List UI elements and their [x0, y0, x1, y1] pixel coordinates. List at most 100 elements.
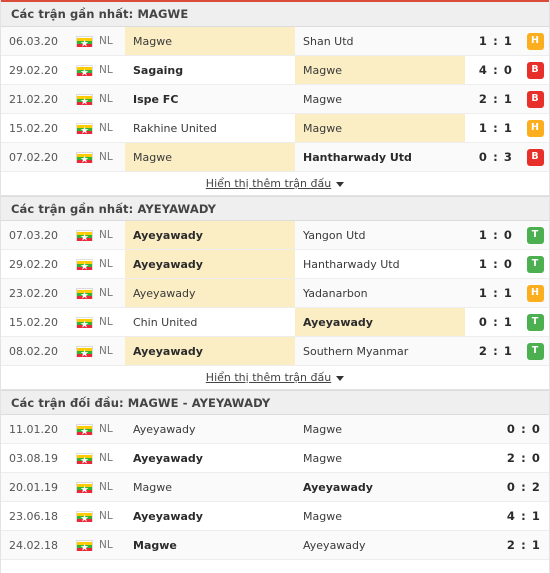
table-row[interactable]: 07.03.20 NL Ayeyawady Yangon Utd 1 : 0 T — [1, 221, 549, 250]
flag-cell — [69, 279, 99, 307]
show-more-link[interactable]: Hiển thị thêm trận đấu — [206, 177, 345, 190]
status-badge: H — [526, 32, 544, 50]
flag-cell — [69, 473, 99, 501]
table-row[interactable]: 23.06.18 NL Ayeyawady Magwe 4 : 1 — [1, 502, 549, 531]
away-team[interactable]: Magwe — [295, 444, 465, 472]
away-team[interactable]: Magwe — [295, 415, 465, 443]
table-row[interactable]: 07.02.20 NL Magwe Hantharwady Utd 0 : 3 B — [1, 143, 549, 172]
league-code: NL — [99, 452, 113, 464]
table-row[interactable]: 23.02.20 NL Ayeyawady Yadanarbon 1 : 1 H — [1, 279, 549, 308]
match-score: 1 : 0 — [478, 257, 513, 271]
match-date: 23.06.18 — [9, 509, 58, 523]
home-team[interactable]: Ayeyawady — [125, 444, 295, 472]
league-code: NL — [99, 423, 113, 435]
away-team[interactable]: Southern Myanmar — [295, 337, 465, 365]
home-team[interactable]: Ayeyawady — [125, 250, 295, 278]
flag-cell — [69, 221, 99, 249]
home-team[interactable]: Magwe — [125, 27, 295, 55]
match-history-panel: Các trận gần nhất: MAGWE 06.03.20 NL Magwe S… — [0, 0, 550, 573]
away-team[interactable]: Shan Utd — [295, 27, 465, 55]
home-team[interactable]: Ayeyawady — [125, 221, 295, 249]
table-row[interactable]: 21.02.20 NL Ispe FC Magwe 2 : 1 B — [1, 85, 549, 114]
home-team[interactable]: Magwe — [125, 143, 295, 171]
match-date: 15.02.20 — [9, 315, 58, 329]
league-code: NL — [99, 539, 113, 551]
status-badge: T — [526, 313, 544, 331]
match-score: 2 : 0 — [506, 451, 541, 465]
flag-cell — [69, 531, 99, 559]
match-date: 15.02.20 — [9, 121, 58, 135]
match-date: 23.02.20 — [9, 286, 58, 300]
home-team[interactable]: Sagaing — [125, 56, 295, 84]
myanmar-flag-icon — [75, 510, 93, 522]
away-team[interactable]: Magwe — [295, 502, 465, 530]
myanmar-flag-icon — [75, 151, 93, 163]
away-team[interactable]: Magwe — [295, 114, 465, 142]
table-row[interactable]: 03.08.19 NL Ayeyawady Magwe 2 : 0 — [1, 444, 549, 473]
table-row[interactable]: 20.01.19 NL Magwe Ayeyawady 0 : 2 — [1, 473, 549, 502]
match-score: 1 : 1 — [478, 121, 513, 135]
home-team[interactable]: Ayeyawady — [125, 415, 295, 443]
away-team[interactable]: Hantharwady Utd — [295, 250, 465, 278]
match-date: 29.02.20 — [9, 257, 58, 271]
show-more-label: Hiển thị thêm trận đấu — [205, 371, 332, 384]
flag-cell — [69, 56, 99, 84]
match-score: 2 : 1 — [506, 538, 541, 552]
match-date: 07.03.20 — [9, 228, 58, 242]
flag-cell — [69, 337, 99, 365]
away-team[interactable]: Ayeyawady — [295, 531, 465, 559]
table-row[interactable]: 11.01.20 NL Ayeyawady Magwe 0 : 0 — [1, 415, 549, 444]
league-code: NL — [99, 510, 113, 522]
league-code: NL — [99, 35, 113, 47]
table-row[interactable]: 29.02.20 NL Sagaing Magwe 4 : 0 B — [1, 56, 549, 85]
away-team[interactable]: Ayeyawady — [295, 473, 465, 501]
status-badge: T — [526, 226, 544, 244]
home-team[interactable]: Magwe — [125, 531, 295, 559]
away-team[interactable]: Yadanarbon — [295, 279, 465, 307]
table-row[interactable]: 29.02.20 NL Ayeyawady Hantharwady Utd 1 : 0 T — [1, 250, 549, 279]
match-score: 0 : 3 — [478, 150, 513, 164]
away-team[interactable]: Magwe — [295, 56, 465, 84]
status-badge: T — [526, 342, 544, 360]
table-row[interactable]: 06.03.20 NL Magwe Shan Utd 1 : 1 H — [1, 27, 549, 56]
league-code: NL — [99, 316, 113, 328]
flag-cell — [69, 444, 99, 472]
away-team[interactable]: Hantharwady Utd — [295, 143, 465, 171]
result-badge-cell: B — [521, 56, 549, 84]
match-list-head-to-head: 11.01.20 NL Ayeyawady Magwe 0 : 0 03.08.19 NL A… — [1, 415, 549, 560]
myanmar-flag-icon — [75, 481, 93, 493]
myanmar-flag-icon — [75, 452, 93, 464]
home-team[interactable]: Ayeyawady — [125, 279, 295, 307]
result-badge-cell: B — [521, 85, 549, 113]
away-team[interactable]: Yangon Utd — [295, 221, 465, 249]
home-team[interactable]: Ayeyawady — [125, 502, 295, 530]
home-team[interactable]: Magwe — [125, 473, 295, 501]
table-row[interactable]: 15.02.20 NL Chin United Ayeyawady 0 : 1 T — [1, 308, 549, 337]
myanmar-flag-icon — [75, 258, 93, 270]
match-date: 29.02.20 — [9, 63, 58, 77]
home-team[interactable]: Ayeyawady — [125, 337, 295, 365]
match-score: 0 : 0 — [506, 422, 541, 436]
chevron-down-icon[interactable] — [336, 375, 345, 381]
home-team[interactable]: Rakhine United — [125, 114, 295, 142]
match-list-recent-magwe: 06.03.20 NL Magwe Shan Utd 1 : 1 H 29.02.20 NL S… — [1, 27, 549, 172]
home-team[interactable]: Ispe FC — [125, 85, 295, 113]
myanmar-flag-icon — [75, 229, 93, 241]
result-badge-cell: T — [521, 308, 549, 336]
table-row[interactable]: 15.02.20 NL Rakhine United Magwe 1 : 1 H — [1, 114, 549, 143]
chevron-down-icon[interactable] — [336, 181, 345, 187]
match-score: 1 : 1 — [478, 286, 513, 300]
status-badge: H — [526, 119, 544, 137]
league-code: NL — [99, 151, 113, 163]
result-badge-cell: T — [521, 250, 549, 278]
show-more-link[interactable]: Hiển thị thêm trận đấu — [205, 371, 345, 384]
myanmar-flag-icon — [75, 539, 93, 551]
table-row[interactable]: 08.02.20 NL Ayeyawady Southern Myanmar 2 : 1… — [1, 337, 549, 366]
myanmar-flag-icon — [75, 93, 93, 105]
home-team[interactable]: Chin United — [125, 308, 295, 336]
match-date: 11.01.20 — [9, 422, 58, 436]
away-team[interactable]: Ayeyawady — [295, 308, 465, 336]
myanmar-flag-icon — [75, 316, 93, 328]
table-row[interactable]: 24.02.18 NL Magwe Ayeyawady 2 : 1 — [1, 531, 549, 560]
away-team[interactable]: Magwe — [295, 85, 465, 113]
